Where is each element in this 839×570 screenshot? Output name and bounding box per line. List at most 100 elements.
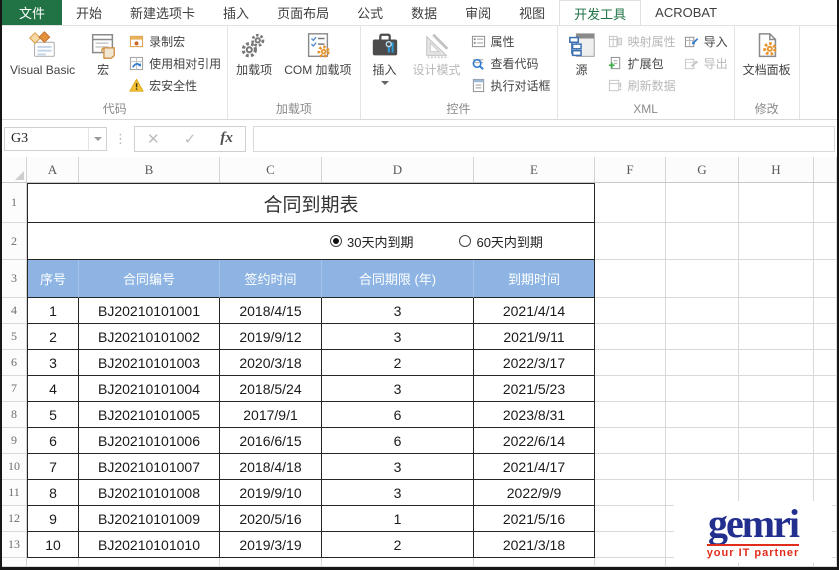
tab-插入[interactable]: 插入	[209, 0, 263, 25]
table-cell-r8c1[interactable]: 8	[27, 480, 79, 506]
row-header-10[interactable]: 10	[2, 454, 27, 480]
empty-cell-H[interactable]	[739, 260, 814, 298]
column-header-partial[interactable]	[814, 157, 837, 182]
empty-cell-partial[interactable]	[814, 298, 837, 324]
empty-cell-H[interactable]	[739, 324, 814, 350]
table-cell-r2c3[interactable]: 2019/9/12	[220, 324, 322, 350]
empty-cell-F[interactable]	[595, 260, 666, 298]
row-header-8[interactable]: 8	[2, 402, 27, 428]
empty-cell-F[interactable]	[595, 402, 666, 428]
empty-cell-F[interactable]	[595, 376, 666, 402]
table-cell-r6c2[interactable]: BJ20210101006	[79, 428, 220, 454]
table-cell-r3c1[interactable]: 3	[27, 350, 79, 376]
tab-视图[interactable]: 视图	[505, 0, 559, 25]
table-header-3[interactable]: 签约时间	[220, 260, 322, 298]
formula-input[interactable]	[253, 125, 835, 152]
properties-button[interactable]: 属性	[468, 32, 554, 51]
table-cell-r10c3[interactable]: 2019/3/19	[220, 532, 322, 558]
row-header-13[interactable]: 13	[2, 532, 27, 558]
row-header-1[interactable]: 1	[2, 183, 27, 223]
tab-开发工具[interactable]: 开发工具	[559, 0, 642, 25]
table-header-5[interactable]: 到期时间	[474, 260, 595, 298]
refresh-data-button[interactable]: 刷新数据	[605, 76, 679, 95]
empty-cell-F[interactable]	[595, 480, 666, 506]
row-header-14[interactable]	[2, 558, 27, 567]
empty-cell-partial[interactable]	[814, 454, 837, 480]
row-header-2[interactable]: 2	[2, 223, 27, 260]
empty-cell-G[interactable]	[666, 402, 739, 428]
tab-数据[interactable]: 数据	[397, 0, 451, 25]
table-cell-r3c4[interactable]: 2	[322, 350, 474, 376]
table-cell-r8c5[interactable]: 2022/9/9	[474, 480, 595, 506]
empty-cell-partial[interactable]	[814, 223, 837, 260]
table-cell-r9c4[interactable]: 1	[322, 506, 474, 532]
import-button[interactable]: 导入	[681, 32, 731, 51]
tab-文件[interactable]: 文件	[2, 0, 63, 25]
empty-cell-H[interactable]	[739, 298, 814, 324]
radio-60天内到期[interactable]: 60天内到期	[459, 232, 543, 251]
table-cell-r5c1[interactable]: 5	[27, 402, 79, 428]
empty-cell-G[interactable]	[666, 324, 739, 350]
empty-cell-G[interactable]	[666, 428, 739, 454]
empty-cell-partial[interactable]	[814, 350, 837, 376]
row-header-9[interactable]: 9	[2, 428, 27, 454]
empty-cell[interactable]	[474, 558, 595, 567]
table-cell-r2c1[interactable]: 2	[27, 324, 79, 350]
table-cell-r6c5[interactable]: 2022/6/14	[474, 428, 595, 454]
table-cell-r3c2[interactable]: BJ20210101003	[79, 350, 220, 376]
empty-cell-G[interactable]	[666, 260, 739, 298]
com-addins-button[interactable]: COM 加载项	[279, 28, 356, 77]
relative-references-button[interactable]: 使用相对引用	[126, 54, 224, 73]
table-cell-r1c1[interactable]: 1	[27, 298, 79, 324]
table-cell-r6c4[interactable]: 6	[322, 428, 474, 454]
name-box-dropdown-icon[interactable]	[88, 127, 106, 150]
table-cell-r2c5[interactable]: 2021/9/11	[474, 324, 595, 350]
export-button[interactable]: 导出	[681, 54, 731, 73]
sheet-title-cell[interactable]: 合同到期表	[27, 183, 595, 223]
radio-30天内到期[interactable]: 30天内到期	[330, 232, 413, 251]
empty-cell-F[interactable]	[595, 298, 666, 324]
row-header-11[interactable]: 11	[2, 480, 27, 506]
empty-cell-F[interactable]	[595, 428, 666, 454]
column-header-B[interactable]: B	[79, 157, 220, 182]
empty-cell-F[interactable]	[595, 183, 666, 223]
table-cell-r10c1[interactable]: 10	[27, 532, 79, 558]
row-header-4[interactable]: 4	[2, 298, 27, 324]
empty-cell-G[interactable]	[666, 376, 739, 402]
column-header-G[interactable]: G	[666, 157, 739, 182]
row-header-7[interactable]: 7	[2, 376, 27, 402]
table-cell-r10c4[interactable]: 2	[322, 532, 474, 558]
design-mode-button[interactable]: 设计模式	[408, 28, 466, 77]
macro-security-button[interactable]: 宏安全性	[126, 76, 224, 95]
enter-icon[interactable]: ✓	[184, 130, 197, 148]
table-cell-r7c5[interactable]: 2021/4/17	[474, 454, 595, 480]
insert-dropdown-arrow[interactable]	[380, 81, 389, 85]
table-cell-r4c1[interactable]: 4	[27, 376, 79, 402]
table-cell-r3c3[interactable]: 2020/3/18	[220, 350, 322, 376]
empty-cell-H[interactable]	[739, 183, 814, 223]
empty-cell-partial[interactable]	[814, 260, 837, 298]
row-header-12[interactable]: 12	[2, 506, 27, 532]
empty-cell-G[interactable]	[666, 298, 739, 324]
table-cell-r5c5[interactable]: 2023/8/31	[474, 402, 595, 428]
column-header-C[interactable]: C	[220, 157, 322, 182]
table-cell-r2c2[interactable]: BJ20210101002	[79, 324, 220, 350]
table-cell-r1c4[interactable]: 3	[322, 298, 474, 324]
table-cell-r6c3[interactable]: 2016/6/15	[220, 428, 322, 454]
empty-cell-partial[interactable]	[814, 428, 837, 454]
table-cell-r7c1[interactable]: 7	[27, 454, 79, 480]
radio-options-cell[interactable]: 30天内到期 60天内到期	[27, 223, 595, 260]
table-cell-r3c5[interactable]: 2022/3/17	[474, 350, 595, 376]
table-cell-r8c2[interactable]: BJ20210101008	[79, 480, 220, 506]
table-cell-r8c3[interactable]: 2019/9/10	[220, 480, 322, 506]
table-cell-r5c3[interactable]: 2017/9/1	[220, 402, 322, 428]
empty-cell[interactable]	[595, 558, 666, 567]
tab-新建选项卡[interactable]: 新建选项卡	[116, 0, 209, 25]
table-cell-r10c2[interactable]: BJ20210101010	[79, 532, 220, 558]
table-cell-r8c4[interactable]: 3	[322, 480, 474, 506]
empty-cell-H[interactable]	[739, 350, 814, 376]
insert-control-button[interactable]: 插入	[364, 28, 406, 85]
tab-ACROBAT[interactable]: ACROBAT	[641, 0, 731, 25]
empty-cell-G[interactable]	[666, 223, 739, 260]
table-cell-r9c3[interactable]: 2020/5/16	[220, 506, 322, 532]
